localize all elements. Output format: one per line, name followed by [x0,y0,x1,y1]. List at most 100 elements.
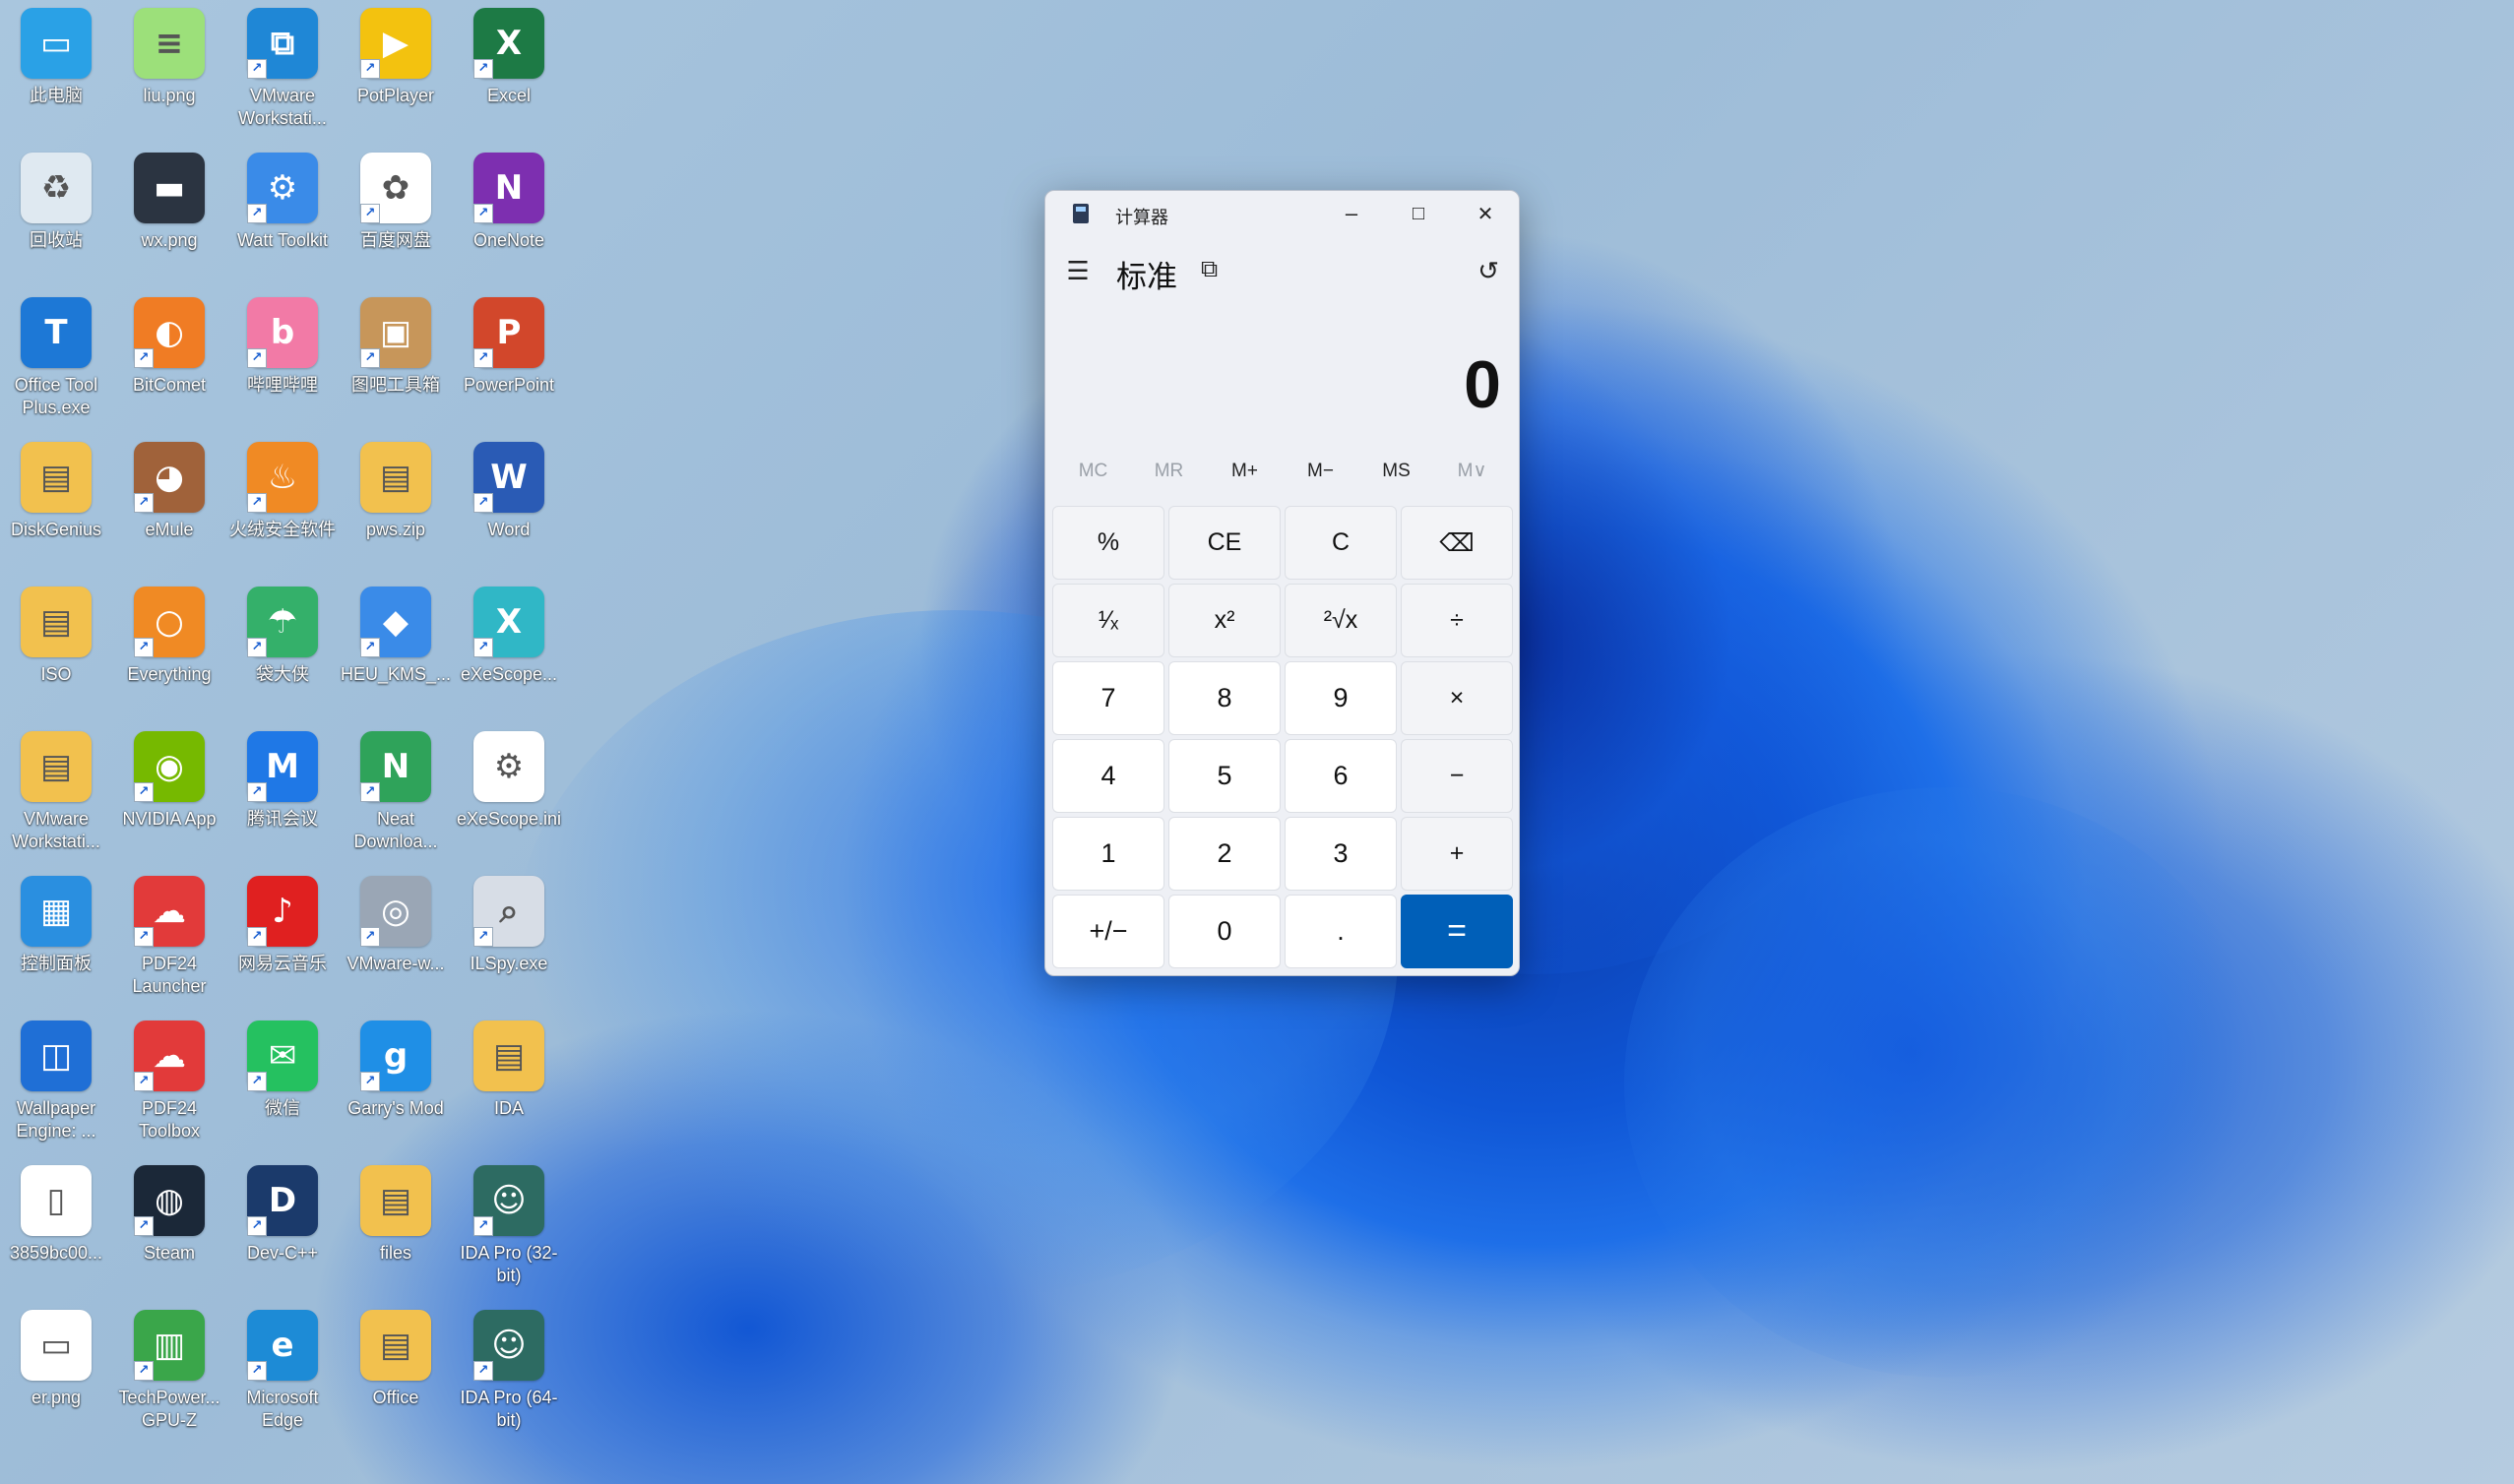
memory-button[interactable]: MC [1055,457,1131,486]
desktop-icon[interactable]: ☁ ↗ PDF24 Toolbox [113,1020,225,1143]
desktop-icon[interactable]: ▭ er.png [0,1310,112,1409]
desktop-icon[interactable]: b ↗ 哔哩哔哩 [226,297,339,397]
decimal-button[interactable]: . [1285,895,1397,968]
desktop-icon[interactable]: ≡ liu.png [113,8,225,107]
desktop-icon[interactable]: ◎ ↗ VMware-w... [340,876,452,975]
desktop-icon[interactable]: T Office Tool Plus.exe [0,297,112,419]
digit-2-button[interactable]: 2 [1168,817,1281,891]
desktop-icon[interactable]: ◫ Wallpaper Engine: ... [0,1020,112,1143]
desktop-icon[interactable]: e ↗ Microsoft Edge [226,1310,339,1432]
digit-0-button[interactable]: 0 [1168,895,1281,968]
clear-entry-button[interactable]: CE [1168,506,1281,580]
desktop-icon[interactable]: P ↗ PowerPoint [453,297,565,397]
desktop-icon[interactable]: g ↗ Garry's Mod [340,1020,452,1120]
negate-button[interactable]: +/− [1052,895,1164,968]
reciprocal-button[interactable]: ¹⁄ₓ [1052,584,1164,657]
desktop-icon[interactable]: ♻ 回收站 [0,153,112,252]
divide-button[interactable]: ÷ [1401,584,1513,657]
desktop-icon[interactable]: ♨ ↗ 火绒安全软件 [226,442,339,541]
desktop-icon[interactable]: ▤ IDA [453,1020,565,1120]
desktop-icon[interactable]: ⌕ ↗ ILSpy.exe [453,876,565,975]
memory-button[interactable]: M− [1283,457,1358,486]
desktop-icon[interactable]: ◍ ↗ Steam [113,1165,225,1265]
desktop-icon[interactable]: X ↗ Excel [453,8,565,107]
maximize-button[interactable]: □ [1385,191,1452,236]
hamburger-menu-icon[interactable]: ☰ [1065,258,1091,283]
desktop-icon[interactable]: ▤ files [340,1165,452,1265]
desktop-icon-label: 袋大侠 [256,664,309,684]
percent-button[interactable]: % [1052,506,1164,580]
desktop-icon[interactable]: ○ ↗ Everything [113,587,225,686]
digit-8-button[interactable]: 8 [1168,661,1281,735]
digit-4-button[interactable]: 4 [1052,739,1164,813]
multiply-button[interactable]: × [1401,661,1513,735]
close-button[interactable]: ✕ [1452,191,1519,236]
square-root-button[interactable]: ²√x [1285,584,1397,657]
desktop-icon[interactable]: ▤ pws.zip [340,442,452,541]
desktop-icon[interactable]: ◆ ↗ HEU_KMS_... [340,587,452,686]
desktop-icon[interactable]: ▤ ISO [0,587,112,686]
shortcut-arrow-icon: ↗ [134,782,154,802]
digit-9-button[interactable]: 9 [1285,661,1397,735]
desktop-icon-label: Watt Toolkit [236,230,329,250]
keep-on-top-icon[interactable]: ⧉ [1201,256,1218,283]
desktop-icon[interactable]: D ↗ Dev-C++ [226,1165,339,1265]
memory-button[interactable]: MR [1131,457,1207,486]
app-glyph-icon: ▭ [39,24,73,63]
desktop-icon[interactable]: ◐ ↗ BitComet [113,297,225,397]
desktop-icon[interactable]: ☺ ↗ IDA Pro (64-bit) [453,1310,565,1432]
digit-5-button[interactable]: 5 [1168,739,1281,813]
desktop-icon[interactable]: ⚙ eXeScope.ini [453,731,565,831]
equals-button[interactable]: = [1401,895,1513,968]
desktop-icon[interactable]: ◉ ↗ NVIDIA App [113,731,225,831]
desktop-icon[interactable]: ⚙ ↗ Watt Toolkit [226,153,339,252]
desktop-icon[interactable]: ▯ 3859bc00... [0,1165,112,1265]
desktop-icon[interactable]: ▦ 控制面板 [0,876,112,975]
app-glyph-icon: ⌕ [499,892,519,931]
shortcut-arrow-icon: ↗ [360,59,380,79]
add-button[interactable]: + [1401,817,1513,891]
history-icon[interactable]: ↺ [1477,256,1499,286]
desktop-icon[interactable]: ✉ ↗ 微信 [226,1020,339,1120]
desktop-icon[interactable]: ♪ ↗ 网易云音乐 [226,876,339,975]
desktop-icon[interactable]: ☺ ↗ IDA Pro (32-bit) [453,1165,565,1287]
desktop-icon[interactable]: ▣ ↗ 图吧工具箱 [340,297,452,397]
desktop-icon[interactable]: N ↗ OneNote [453,153,565,252]
digit-7-button[interactable]: 7 [1052,661,1164,735]
desktop-icon[interactable]: ☁ ↗ PDF24 Launcher [113,876,225,998]
minimize-button[interactable]: – [1318,191,1385,236]
memory-button[interactable]: M∨ [1434,457,1510,486]
shortcut-arrow-icon: ↗ [473,59,493,79]
desktop-icon[interactable]: ✿ ↗ 百度网盘 [340,153,452,252]
desktop-icon-label: Dev-C++ [246,1243,319,1263]
title-bar[interactable]: 计算器 – □ ✕ [1045,191,1519,236]
desktop-icon[interactable]: ▤ Office [340,1310,452,1409]
desktop-icon[interactable]: ◕ ↗ eMule [113,442,225,541]
digit-3-button[interactable]: 3 [1285,817,1397,891]
app-icon: ⌕ ↗ [473,876,544,947]
desktop-icon[interactable]: X ↗ eXeScope... [453,587,565,686]
desktop-icon[interactable]: N ↗ Neat Downloa... [340,731,452,853]
app-glyph-icon: ⧉ [270,24,295,63]
subtract-button[interactable]: − [1401,739,1513,813]
desktop-icon[interactable]: ▥ ↗ TechPower... GPU-Z [113,1310,225,1432]
memory-button[interactable]: MS [1358,457,1434,486]
clear-button[interactable]: C [1285,506,1397,580]
desktop-icon[interactable]: ▤ DiskGenius [0,442,112,541]
desktop-icon[interactable]: M ↗ 腾讯会议 [226,731,339,831]
desktop-icon-label: 火绒安全软件 [229,520,336,539]
desktop-icon[interactable]: ▤ VMware Workstati... [0,731,112,853]
backspace-button[interactable]: ⌫ [1401,506,1513,580]
desktop-icon[interactable]: ☂ ↗ 袋大侠 [226,587,339,686]
result-display: 0 [1464,347,1501,422]
desktop-icon[interactable]: ⧉ ↗ VMware Workstati... [226,8,339,130]
desktop-icon[interactable]: ▭ 此电脑 [0,8,112,107]
digit-1-button[interactable]: 1 [1052,817,1164,891]
square-button[interactable]: x² [1168,584,1281,657]
desktop-icon[interactable]: ▶ ↗ PotPlayer [340,8,452,107]
desktop-icon-label: Steam [143,1243,196,1263]
desktop-icon[interactable]: ▬ wx.png [113,153,225,252]
desktop-icon[interactable]: W ↗ Word [453,442,565,541]
digit-6-button[interactable]: 6 [1285,739,1397,813]
memory-button[interactable]: M+ [1207,457,1283,486]
